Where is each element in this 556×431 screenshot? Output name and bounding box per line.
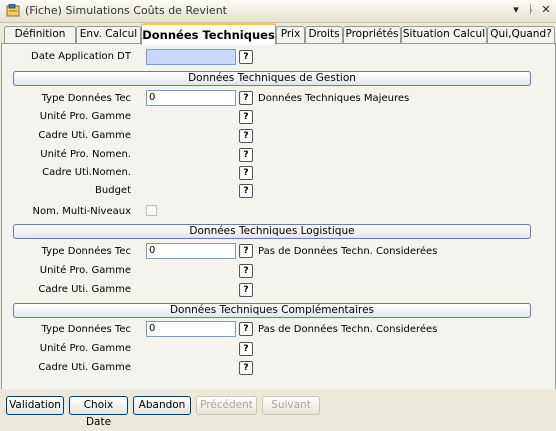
logistique-cadre-gamme-label: Cadre Uti. Gamme: [38, 284, 131, 295]
abandon-button[interactable]: Abandon: [133, 396, 191, 415]
choix-date-button[interactable]: Choix Date: [69, 396, 128, 428]
pin-icon[interactable]: ᚿ: [524, 3, 538, 17]
tab-donnees-techniques[interactable]: Données Techniques: [141, 23, 276, 45]
complementaires-type-help-icon[interactable]: ?: [239, 322, 253, 336]
app-icon: [6, 4, 20, 17]
complementaires-cadre-gamme-label: Cadre Uti. Gamme: [38, 362, 131, 373]
complementaires-type-input[interactable]: 0: [146, 321, 236, 337]
window-menu-icon[interactable]: ▾: [509, 3, 523, 17]
section-logistique-header: Données Techniques Logistique: [13, 224, 531, 239]
date-application-input[interactable]: [146, 49, 236, 65]
gestion-budget-help-icon[interactable]: ?: [239, 184, 253, 198]
gestion-multi-niveaux-checkbox[interactable]: [146, 205, 157, 216]
gestion-type-input[interactable]: 0: [146, 90, 236, 106]
gestion-type-label: Type Données Tec: [41, 93, 131, 104]
tab-env-calcul[interactable]: Env. Calcul: [76, 26, 141, 43]
tab-prix[interactable]: Prix: [276, 26, 305, 43]
complementaires-type-label: Type Données Tec: [41, 324, 131, 335]
logistique-type-label: Type Données Tec: [41, 246, 131, 257]
gestion-type-description: Données Techniques Majeures: [258, 93, 410, 104]
complementaires-unite-gamme-label: Unité Pro. Gamme: [39, 343, 131, 354]
logistique-cadre-gamme-help-icon[interactable]: ?: [239, 283, 253, 297]
gestion-unite-gamme-help-icon[interactable]: ?: [239, 110, 253, 124]
tab-proprietes[interactable]: Propriétés: [343, 26, 401, 43]
button-bar: Validation Choix Date Abandon Précédent …: [0, 389, 556, 428]
gestion-cadre-nomen-label: Cadre Uti.Nomen.: [42, 167, 131, 178]
tab-droits[interactable]: Droits: [305, 26, 343, 43]
gestion-cadre-gamme-help-icon[interactable]: ?: [239, 129, 253, 143]
logistique-unite-gamme-label: Unité Pro. Gamme: [39, 265, 131, 276]
logistique-type-input[interactable]: 0: [146, 243, 236, 259]
section-complementaires-header: Données Techniques Complémentaires: [13, 303, 531, 318]
logistique-type-description: Pas de Données Techn. Considerées: [258, 246, 438, 257]
complementaires-unite-gamme-help-icon[interactable]: ?: [239, 342, 253, 356]
logistique-type-help-icon[interactable]: ?: [239, 244, 253, 258]
complementaires-type-description: Pas de Données Techn. Considerées: [258, 324, 438, 335]
gestion-unite-nomen-help-icon[interactable]: ?: [239, 148, 253, 162]
validation-button[interactable]: Validation: [6, 396, 64, 415]
gestion-cadre-nomen-help-icon[interactable]: ?: [239, 166, 253, 180]
suivant-button[interactable]: Suivant: [262, 396, 320, 415]
logistique-unite-gamme-help-icon[interactable]: ?: [239, 264, 253, 278]
tab-qui-quand[interactable]: Qui,Quand?: [487, 26, 555, 43]
date-application-label: Date Application DT: [31, 51, 131, 62]
precedent-button[interactable]: Précédent: [196, 396, 257, 415]
tab-bar: Définition Env. Calcul Données Technique…: [0, 23, 556, 45]
gestion-type-help-icon[interactable]: ?: [239, 91, 253, 105]
window-title: (Fiche) Simulations Coûts de Revient: [25, 4, 227, 17]
date-application-help-icon[interactable]: ?: [239, 50, 253, 64]
close-icon[interactable]: ✕: [539, 3, 553, 17]
tab-definition[interactable]: Définition: [4, 26, 76, 43]
section-gestion-header: Données Techniques de Gestion: [13, 71, 531, 86]
complementaires-cadre-gamme-help-icon[interactable]: ?: [239, 361, 253, 375]
gestion-unite-gamme-label: Unité Pro. Gamme: [39, 111, 131, 122]
gestion-cadre-gamme-label: Cadre Uti. Gamme: [38, 130, 131, 141]
gestion-unite-nomen-label: Unité Pro. Nomen.: [40, 149, 131, 160]
gestion-budget-label: Budget: [95, 185, 131, 196]
title-bar: (Fiche) Simulations Coûts de Revient ▾ ᚿ…: [0, 0, 556, 23]
tab-situation-calcul[interactable]: Situation Calcul: [401, 26, 487, 43]
gestion-multi-niveaux-label: Nom. Multi-Niveaux: [32, 206, 131, 217]
tab-panel: Date Application DT ? Données Techniques…: [1, 43, 556, 390]
